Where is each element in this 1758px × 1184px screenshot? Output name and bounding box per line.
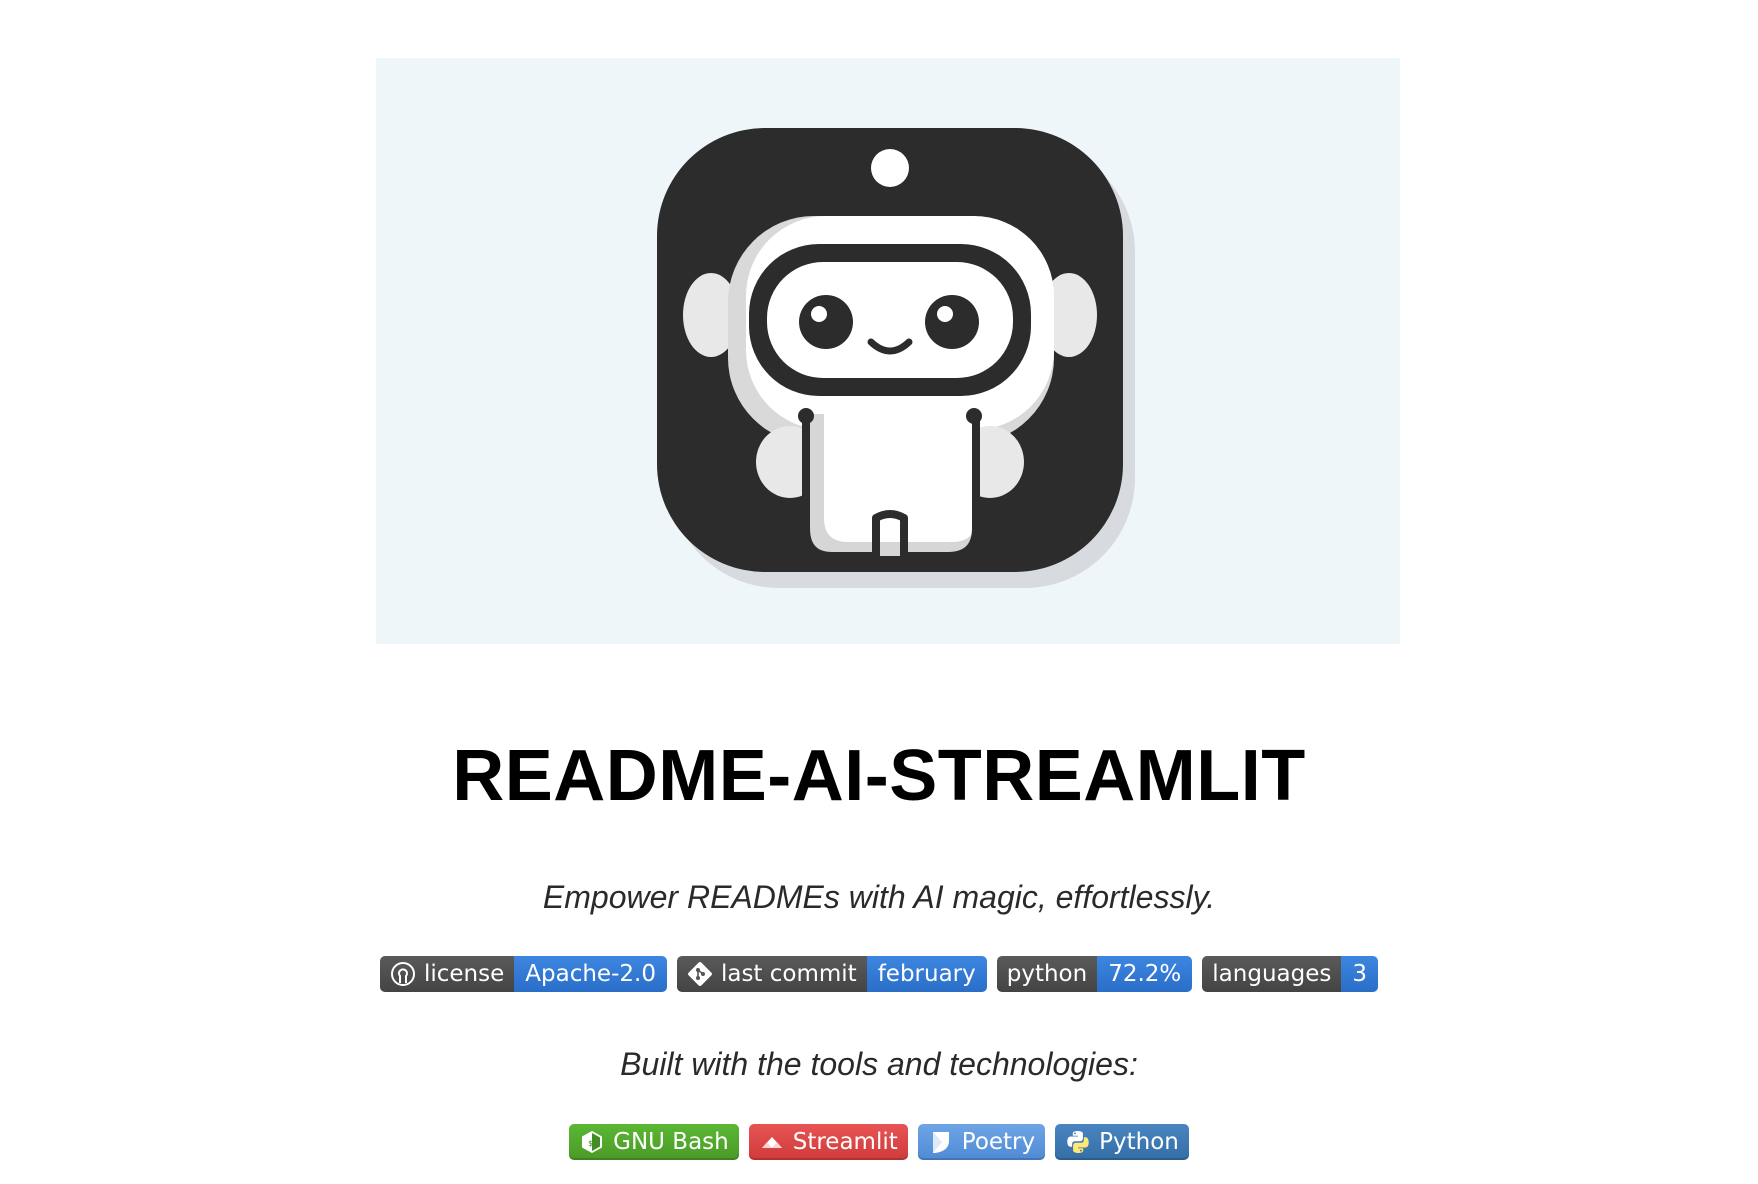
tech-label: Streamlit bbox=[792, 1129, 898, 1155]
tech-badge-python[interactable]: Python bbox=[1055, 1124, 1189, 1160]
git-icon bbox=[687, 961, 713, 987]
badge-label: python bbox=[1006, 961, 1088, 987]
badge-value: february bbox=[866, 956, 987, 992]
tech-badge-streamlit[interactable]: Streamlit bbox=[748, 1124, 908, 1160]
gnu-bash-icon: $ bbox=[579, 1129, 605, 1155]
streamlit-icon bbox=[759, 1129, 785, 1155]
tech-label: Python bbox=[1099, 1129, 1179, 1155]
svg-text:$: $ bbox=[588, 1139, 593, 1148]
status-badges: license Apache-2.0 last commit february bbox=[0, 956, 1758, 992]
poetry-icon bbox=[928, 1129, 954, 1155]
python-percentage-badge[interactable]: python 72.2% bbox=[996, 956, 1193, 992]
badge-value: 3 bbox=[1341, 956, 1379, 992]
tagline: Empower READMEs with AI magic, effortles… bbox=[542, 879, 1216, 915]
tech-label: GNU Bash bbox=[613, 1129, 729, 1155]
built-with-heading: Built with the tools and technologies: bbox=[620, 1046, 1138, 1082]
tech-badge-gnu-bash[interactable]: $ GNU Bash bbox=[569, 1124, 739, 1160]
languages-badge[interactable]: languages 3 bbox=[1202, 956, 1379, 992]
license-badge[interactable]: license Apache-2.0 bbox=[379, 956, 667, 992]
tech-badge-poetry[interactable]: Poetry bbox=[917, 1124, 1046, 1160]
badge-label: last commit bbox=[720, 961, 857, 987]
badge-label: languages bbox=[1212, 961, 1332, 987]
badge-label: license bbox=[423, 961, 505, 987]
python-icon bbox=[1065, 1129, 1091, 1155]
page-title: README-AI-STREAMLIT bbox=[452, 736, 1306, 816]
hero-banner bbox=[376, 58, 1400, 644]
last-commit-badge[interactable]: last commit february bbox=[676, 956, 987, 992]
badge-value: 72.2% bbox=[1097, 956, 1193, 992]
readme-page: README-AI-STREAMLIT Empower READMEs with… bbox=[0, 0, 1758, 1184]
open-source-icon bbox=[390, 961, 416, 987]
tech-badges: $ GNU Bash Streamlit Poetry Python bbox=[0, 1124, 1758, 1160]
badge-value: Apache-2.0 bbox=[514, 956, 667, 992]
robot-logo bbox=[657, 128, 1135, 588]
tech-label: Poetry bbox=[961, 1129, 1036, 1155]
